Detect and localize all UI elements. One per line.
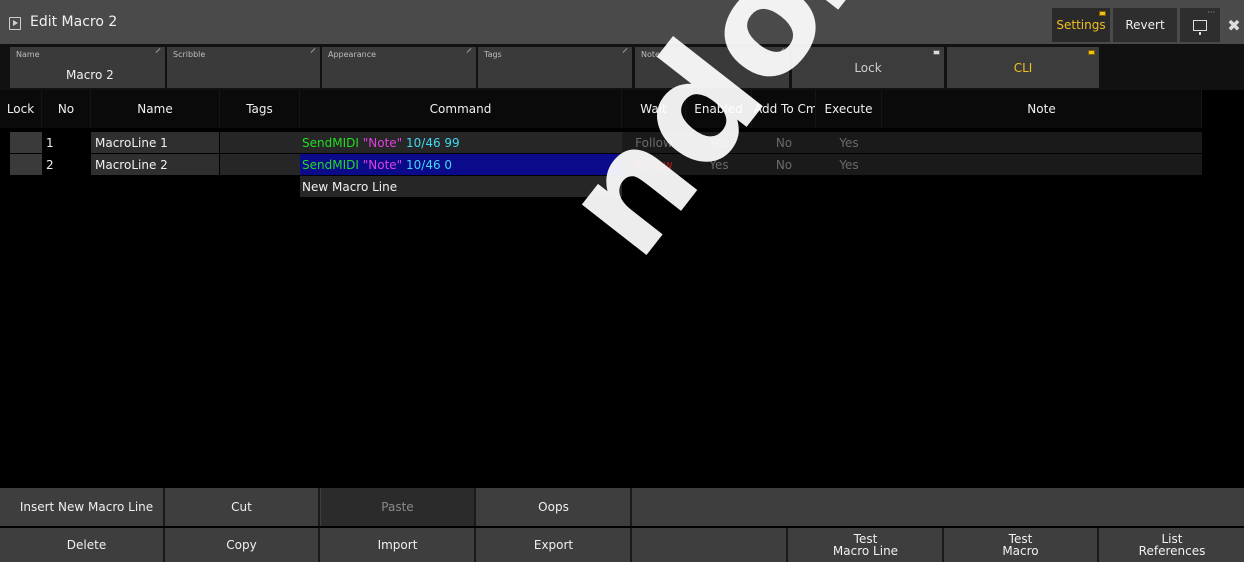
command-string: "Note" [362, 157, 403, 172]
edit-corner-icon [622, 48, 628, 53]
lock-cell[interactable] [10, 154, 42, 175]
command-keyword: SendMIDI [302, 157, 359, 172]
more-dots-icon: ··· [1207, 8, 1215, 17]
note-cell[interactable] [882, 154, 1202, 175]
column-header-add-to-cmd[interactable]: Add To Cmd [752, 90, 816, 128]
name-field-value: Macro 2 [66, 68, 114, 82]
cli-button[interactable]: CLI [947, 47, 1099, 88]
macro-editor-icon [9, 17, 21, 30]
command-cell[interactable]: SendMIDI "Note" 10/46 99 [300, 132, 622, 153]
name-field[interactable]: Name Macro 2 [10, 47, 165, 88]
new-macro-line-row[interactable]: New Macro Line [300, 176, 622, 197]
execute-cell[interactable]: Yes [816, 154, 882, 175]
monitor-icon [1193, 19, 1207, 35]
oops-button[interactable]: Oops [477, 488, 632, 526]
tags-cell[interactable] [220, 132, 300, 153]
column-header-name[interactable]: Name [91, 90, 220, 128]
table-row[interactable]: 2 MacroLine 2 SendMIDI "Note" 10/46 0 Fo… [0, 154, 1244, 175]
enabled-cell[interactable]: Yes [686, 154, 752, 175]
action-bar-bottom: Delete Copy Import Export Test Macro Lin… [0, 528, 1244, 562]
tags-cell[interactable] [220, 154, 300, 175]
insert-new-macro-line-button[interactable]: Insert New Macro Line [10, 488, 165, 526]
execute-cell[interactable]: Yes [816, 132, 882, 153]
command-cell[interactable]: SendMIDI "Note" 10/46 0 [300, 154, 622, 175]
column-header-tags[interactable]: Tags [220, 90, 300, 128]
no-cell[interactable]: 2 [42, 154, 91, 175]
note-field[interactable]: Note [635, 47, 789, 88]
name-cell[interactable]: MacroLine 1 [91, 132, 219, 153]
lock-button-label: Lock [854, 60, 882, 75]
add-to-cmd-cell[interactable]: No [752, 132, 816, 153]
import-button[interactable]: Import [321, 528, 476, 562]
test-macro-line-button[interactable]: Test Macro Line [789, 528, 944, 562]
edit-corner-icon [779, 48, 785, 53]
cut-button[interactable]: Cut [165, 488, 320, 526]
command-string: "Note" [362, 135, 403, 150]
settings-indicator-icon [1099, 11, 1106, 16]
column-header-no[interactable]: No [42, 90, 91, 128]
column-header-wait[interactable]: Wait [622, 90, 686, 128]
name-field-label: Name [16, 50, 40, 59]
export-button[interactable]: Export [477, 528, 632, 562]
title-bar: Edit Macro 2 Settings Revert ··· ✖ [0, 0, 1244, 44]
no-cell[interactable]: 1 [42, 132, 91, 153]
command-args: 10/46 0 [406, 157, 453, 172]
settings-label: Settings [1056, 18, 1106, 32]
scribble-field-label: Scribble [173, 50, 206, 59]
macro-lines-grid: Lock No Name Tags Command Wait Enabled A… [0, 90, 1244, 486]
lock-button[interactable]: Lock [792, 47, 944, 88]
lock-cell[interactable] [10, 132, 42, 153]
column-header-execute[interactable]: Execute [816, 90, 882, 128]
note-cell[interactable] [882, 132, 1202, 153]
column-header-command[interactable]: Command [300, 90, 622, 128]
cli-indicator-icon [1088, 50, 1095, 55]
edit-corner-icon [155, 48, 161, 53]
appearance-field[interactable]: Appearance [322, 47, 476, 88]
window-title: Edit Macro 2 [30, 14, 118, 30]
copy-button[interactable]: Copy [165, 528, 320, 562]
delete-button[interactable]: Delete [10, 528, 165, 562]
settings-button[interactable]: Settings [1052, 8, 1110, 42]
name-cell[interactable]: MacroLine 2 [91, 154, 219, 175]
wait-cell[interactable]: Follow [622, 154, 686, 175]
empty-slot [633, 528, 788, 562]
lock-indicator-icon [933, 50, 940, 55]
wait-cell[interactable]: Follow [622, 132, 686, 153]
tags-field[interactable]: Tags [478, 47, 632, 88]
note-field-label: Note [641, 50, 660, 59]
column-header-enabled[interactable]: Enabled [686, 90, 752, 128]
revert-button[interactable]: Revert [1113, 8, 1177, 42]
cli-button-label: CLI [1013, 60, 1033, 75]
edit-corner-icon [466, 48, 472, 53]
scribble-field[interactable]: Scribble [167, 47, 320, 88]
add-to-cmd-cell[interactable]: No [752, 154, 816, 175]
column-header-note[interactable]: Note [882, 90, 1202, 128]
table-row[interactable]: 1 MacroLine 1 SendMIDI "Note" 10/46 99 F… [0, 132, 1244, 153]
enabled-cell[interactable]: Yes [686, 132, 752, 153]
close-button[interactable]: ✖ [1224, 8, 1244, 42]
edit-corner-icon [310, 48, 316, 53]
test-macro-button[interactable]: Test Macro [944, 528, 1099, 562]
tags-field-label: Tags [484, 50, 502, 59]
display-button[interactable]: ··· [1180, 8, 1220, 42]
appearance-field-label: Appearance [328, 50, 377, 59]
action-bar-top: Insert New Macro Line Cut Paste Oops [0, 488, 1244, 526]
command-keyword: SendMIDI [302, 135, 359, 150]
list-references-button[interactable]: List References [1100, 528, 1244, 562]
command-args: 10/46 99 [406, 135, 460, 150]
macro-properties: Name Macro 2 Scribble Appearance Tags No… [0, 44, 1244, 90]
column-header-lock[interactable]: Lock [0, 90, 42, 128]
paste-button[interactable]: Paste [321, 488, 476, 526]
